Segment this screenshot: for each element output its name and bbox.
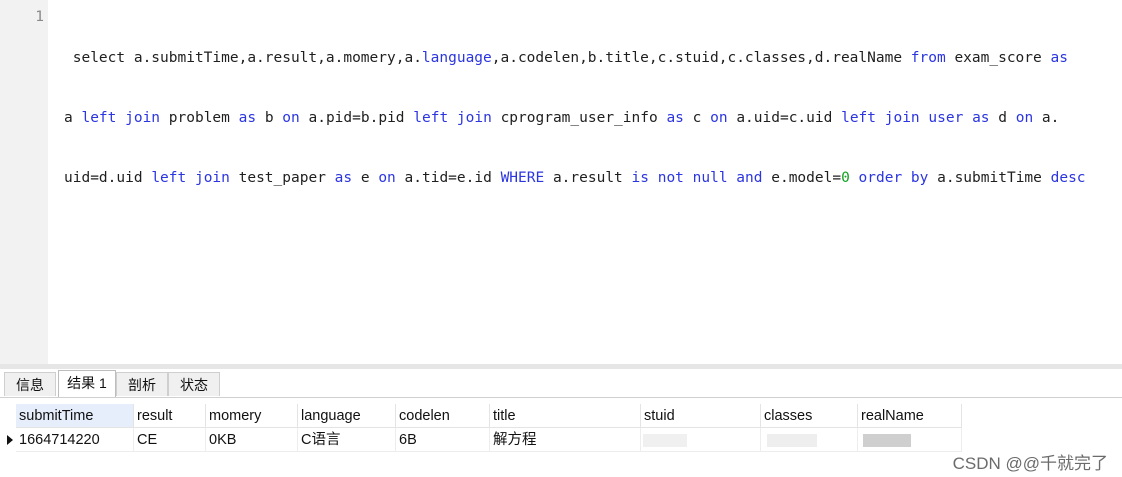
tab-info[interactable]: 信息 — [4, 372, 56, 396]
column-header-realname[interactable]: realName — [858, 404, 962, 428]
grid-header-row: submitTime result momery language codele… — [0, 404, 962, 428]
redaction-block — [767, 434, 817, 447]
sql-keyword: desc — [1050, 170, 1086, 186]
sql-keyword: left join — [413, 110, 492, 126]
column-header-classes[interactable]: classes — [761, 404, 858, 428]
sql-keyword: as — [972, 110, 990, 126]
sql-token: a. — [1033, 110, 1060, 126]
sql-keyword: on — [378, 170, 396, 186]
sql-token: a.uid=c.uid — [727, 110, 842, 126]
cell-classes[interactable] — [761, 428, 858, 452]
sql-editor[interactable]: 1 select a.submitTime,a.result,a.momery,… — [0, 0, 1122, 364]
redaction-block — [643, 434, 687, 447]
cell-result[interactable]: CE — [134, 428, 206, 452]
sql-token: select a.submitTime,a.result,a.momery,a. — [64, 50, 422, 66]
sql-keyword: as — [238, 110, 257, 126]
cell-stuid[interactable] — [641, 428, 761, 452]
sql-keyword: is not null — [631, 170, 728, 186]
sql-keyword: language — [421, 50, 492, 66]
tab-status[interactable]: 状态 — [168, 372, 220, 396]
column-header-submittime[interactable]: submitTime — [16, 404, 134, 428]
sql-token: d — [989, 110, 1016, 126]
code-line-2: a left join problem as b on a.pid=b.pid … — [64, 108, 1120, 128]
cell-submittime[interactable]: 1664714220 — [16, 428, 134, 452]
table-row[interactable]: 1664714220 CE 0KB C语言 6B 解方程 — [0, 428, 962, 452]
sql-keyword: left join — [841, 110, 920, 126]
code-line-1: select a.submitTime,a.result,a.momery,a.… — [64, 48, 1120, 68]
sql-code[interactable]: select a.submitTime,a.result,a.momery,a.… — [64, 8, 1120, 228]
sql-keyword: WHERE — [500, 170, 545, 186]
column-header-language[interactable]: language — [298, 404, 396, 428]
sql-keyword: user — [928, 110, 964, 126]
sql-token: e.model= — [762, 170, 842, 186]
sql-keyword: on — [1015, 110, 1034, 126]
sql-keyword: as — [1050, 50, 1068, 66]
sql-token: a.submitTime — [928, 170, 1051, 186]
sql-token: b — [256, 110, 283, 126]
sql-keyword: left join — [151, 170, 230, 186]
sql-keyword: on — [710, 110, 728, 126]
sql-token: exam_score — [945, 50, 1051, 66]
tab-profile[interactable]: 剖析 — [116, 372, 168, 396]
line-number-gutter: 1 — [0, 0, 48, 364]
column-header-title[interactable]: title — [490, 404, 641, 428]
sql-keyword: as — [666, 110, 684, 126]
sql-token: c — [683, 110, 711, 126]
sql-keyword: and — [736, 170, 763, 186]
redaction-block — [863, 434, 911, 447]
current-row-indicator — [0, 428, 16, 452]
sql-keyword: on — [282, 110, 300, 126]
row-pointer-icon — [7, 435, 13, 445]
watermark: CSDN @@千就完了 — [952, 454, 1108, 473]
tab-result-1[interactable]: 结果 1 — [58, 370, 116, 397]
sql-keyword: left join — [81, 110, 161, 126]
sql-keyword: as — [334, 170, 353, 186]
sql-token: uid=d.uid — [64, 170, 152, 186]
result-tabbar: 信息 结果 1 剖析 状态 — [0, 369, 1122, 398]
sql-token: a.tid=e.id — [395, 170, 501, 186]
cell-codelen[interactable]: 6B — [396, 428, 490, 452]
column-header-momery[interactable]: momery — [206, 404, 298, 428]
sql-token: e — [352, 170, 379, 186]
sql-token: cprogram_user_info — [491, 110, 667, 126]
cell-language[interactable]: C语言 — [298, 428, 396, 452]
column-header-codelen[interactable]: codelen — [396, 404, 490, 428]
sql-number: 0 — [841, 170, 850, 186]
code-line-3: uid=d.uid left join test_paper as e on a… — [64, 168, 1120, 188]
column-header-stuid[interactable]: stuid — [641, 404, 761, 428]
sql-token: a — [64, 110, 82, 126]
cell-realname[interactable] — [858, 428, 962, 452]
sql-keyword: from — [910, 50, 946, 66]
sql-token: ,a.codelen,b.title,c.stuid,c.classes,d.r… — [491, 50, 911, 66]
sql-token: test_paper — [229, 170, 335, 186]
line-number: 1 — [35, 9, 44, 25]
sql-keyword: order by — [858, 170, 929, 186]
sql-token: problem — [160, 110, 239, 126]
sql-token: a.pid=b.pid — [299, 110, 414, 126]
column-header-result[interactable]: result — [134, 404, 206, 428]
cell-title[interactable]: 解方程 — [490, 428, 641, 452]
cell-momery[interactable]: 0KB — [206, 428, 298, 452]
sql-token: a.result — [544, 170, 632, 186]
